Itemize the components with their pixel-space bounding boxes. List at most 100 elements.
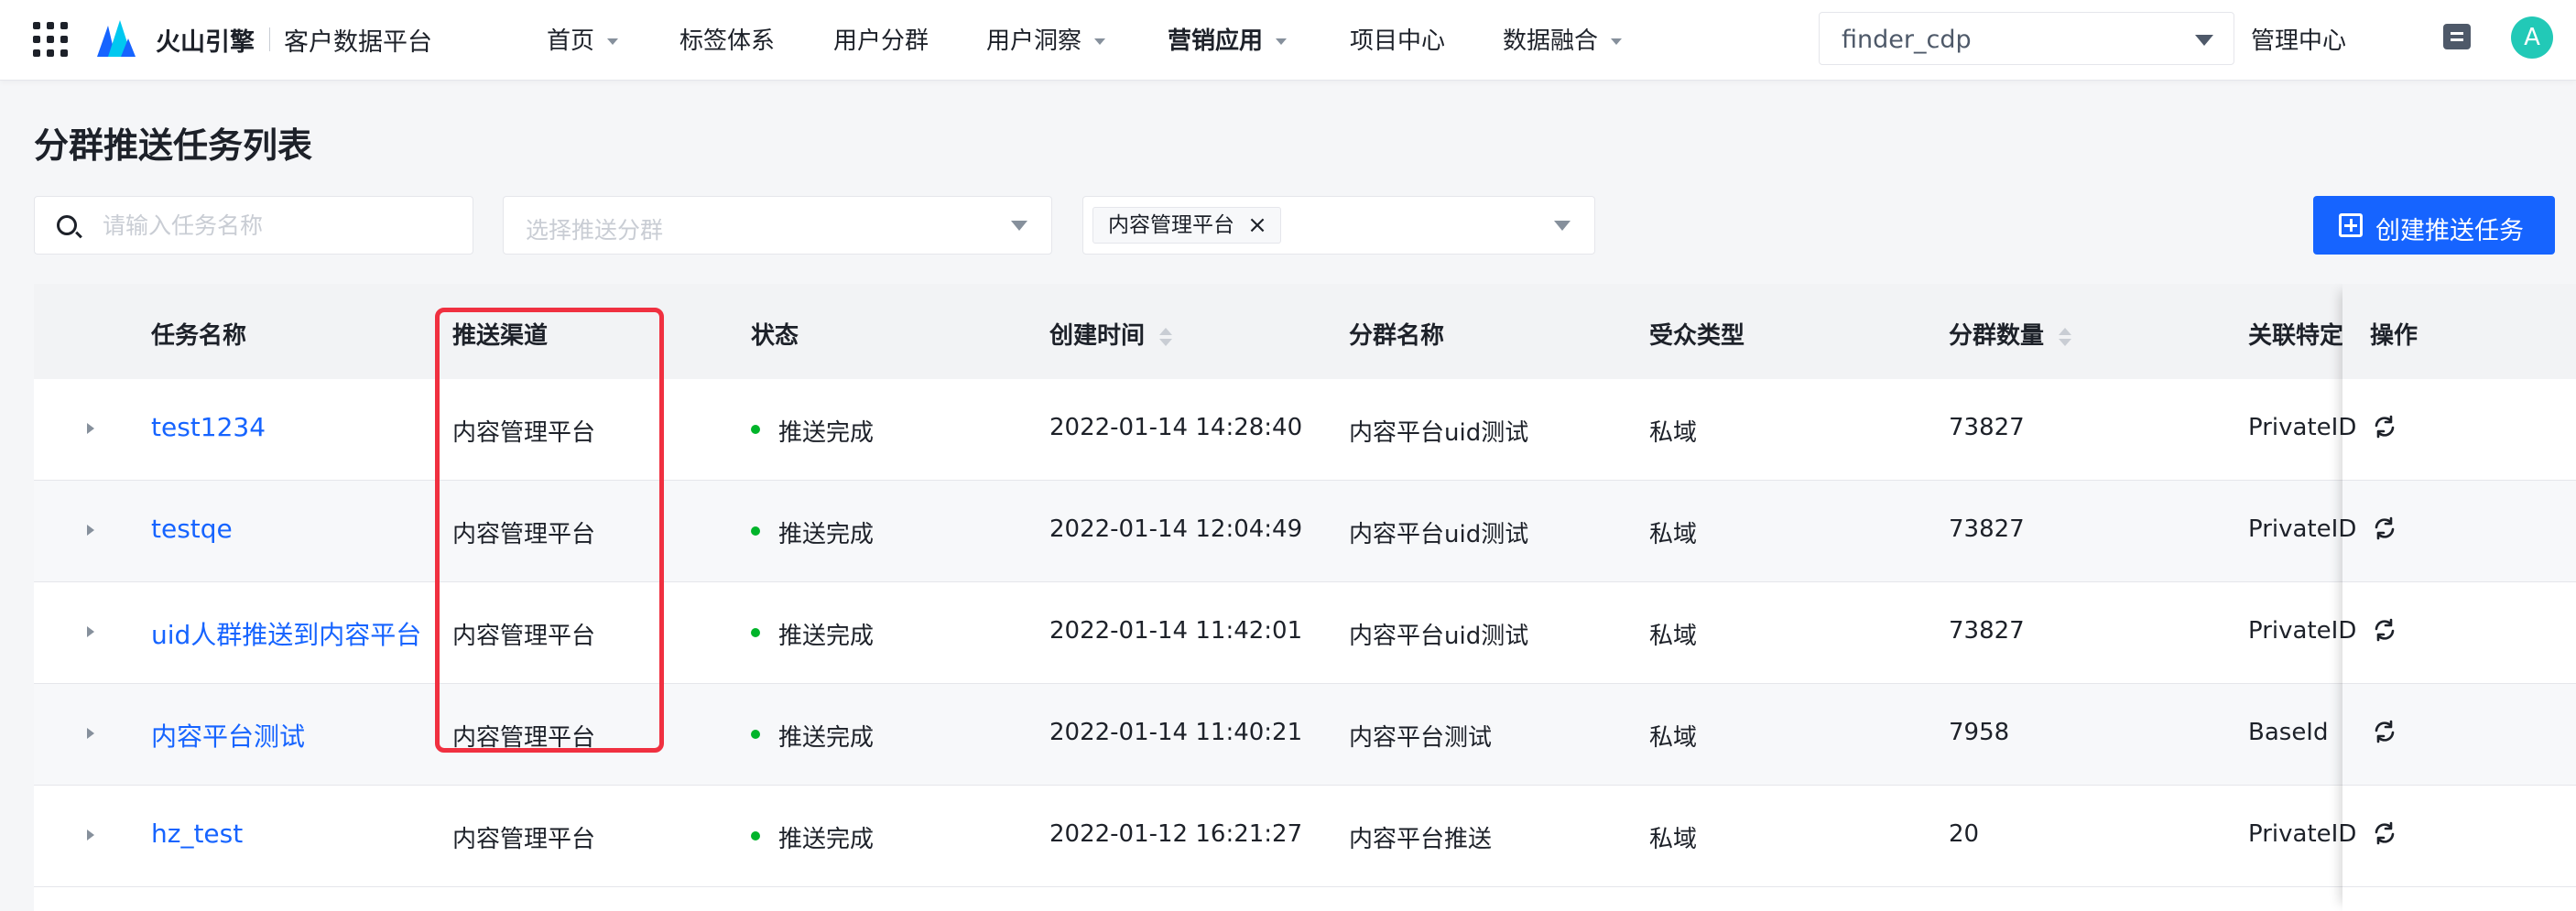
segment-count-cell: 73827 (1949, 617, 2025, 645)
column-header-task-name: 任务名称 (151, 322, 247, 350)
related-id-cell: BaseId (2248, 719, 2329, 746)
status-dot-icon (751, 526, 760, 536)
nav-marketing-apps[interactable]: 营销应用 (1168, 22, 1288, 56)
table-row: uid人群推送到内容平台 内容管理平台 推送完成 2022-01-14 11:4… (34, 582, 2576, 684)
chevron-down-icon (607, 38, 619, 45)
push-task-table: 任务名称 推送渠道 状态 创建时间 分群名称 受众类型 分群数量 关联特定 te… (34, 284, 2576, 911)
plus-square-icon (2339, 213, 2363, 237)
related-id-cell: PrivateID (2248, 820, 2357, 848)
segment-name-cell: 内容平台uid测试 (1349, 419, 1529, 447)
channel-tag-label: 内容管理平台 (1108, 213, 1234, 237)
caret-right-icon[interactable] (87, 728, 94, 739)
volcengine-logo-icon (97, 20, 136, 57)
nav-home[interactable]: 首页 (547, 22, 619, 56)
task-name-link[interactable]: test1234 (151, 412, 266, 442)
task-search-box[interactable] (34, 196, 473, 255)
nav-data-fusion[interactable]: 数据融合 (1503, 22, 1623, 56)
status-badge: 推送完成 (751, 719, 874, 753)
column-header-created-time[interactable]: 创建时间 (1049, 317, 1173, 351)
created-time-cell: 2022-01-14 11:42:01 (1049, 617, 1303, 645)
column-header-segment-count[interactable]: 分群数量 (1949, 317, 2072, 351)
status-badge: 推送完成 (751, 820, 874, 854)
sync-icon[interactable] (2373, 720, 2397, 743)
operation-column: 操作 (2342, 284, 2576, 911)
avatar[interactable]: A (2511, 16, 2553, 59)
sync-icon[interactable] (2373, 415, 2397, 439)
related-id-cell: PrivateID (2248, 414, 2357, 441)
created-time-cell: 2022-01-12 16:21:27 (1049, 820, 1303, 848)
column-header-operation: 操作 (2370, 322, 2418, 350)
audience-type-cell: 私域 (1649, 826, 1698, 853)
status-dot-icon (751, 628, 760, 637)
nav-user-segments[interactable]: 用户分群 (833, 22, 929, 56)
project-select-value: finder_cdp (1842, 26, 1972, 54)
close-icon[interactable]: × (1244, 208, 1271, 243)
segment-count-cell: 73827 (1949, 515, 2025, 543)
status-badge: 推送完成 (751, 617, 874, 651)
column-header-status: 状态 (751, 322, 799, 350)
task-search-input[interactable] (103, 208, 460, 243)
audience-type-cell: 私域 (1649, 724, 1698, 752)
column-header-related-id: 关联特定 (2248, 322, 2344, 350)
operation-header-cell: 操作 (2342, 284, 2576, 379)
table-row: hz_test 内容管理平台 推送完成 2022-01-12 16:21:27 … (34, 786, 2576, 887)
task-name-link[interactable]: testqe (151, 514, 233, 544)
dropdown-triangle-icon (1554, 221, 1571, 231)
table-header: 任务名称 推送渠道 状态 创建时间 分群名称 受众类型 分群数量 关联特定 (34, 284, 2576, 379)
audience-type-cell: 私域 (1649, 521, 1698, 548)
channel-tag: 内容管理平台 × (1092, 207, 1281, 244)
sync-icon[interactable] (2373, 821, 2397, 845)
caret-right-icon[interactable] (87, 830, 94, 841)
apps-grid-icon[interactable] (33, 22, 68, 57)
sort-icon[interactable] (1159, 326, 1173, 348)
sort-icon[interactable] (2059, 326, 2072, 348)
segment-name-cell: 内容平台测试 (1349, 724, 1493, 752)
page-title: 分群推送任务列表 (34, 125, 313, 166)
create-push-task-button[interactable]: 创建推送任务 (2313, 196, 2555, 255)
segment-select[interactable]: 选择推送分群 (503, 196, 1052, 255)
task-name-link[interactable]: hz_test (151, 819, 243, 849)
search-icon (57, 215, 77, 235)
status-dot-icon (751, 831, 760, 841)
create-push-task-label: 创建推送任务 (2375, 217, 2524, 245)
audience-type-cell: 私域 (1649, 623, 1698, 650)
nav-user-insights[interactable]: 用户洞察 (986, 22, 1106, 56)
segment-count-cell: 7958 (1949, 719, 2010, 746)
status-badge: 推送完成 (751, 515, 874, 549)
task-name-link[interactable]: uid人群推送到内容平台 (151, 615, 421, 652)
segment-select-placeholder: 选择推送分群 (526, 217, 664, 244)
sync-icon[interactable] (2373, 618, 2397, 642)
segment-count-cell: 20 (1949, 820, 1980, 848)
caret-right-icon[interactable] (87, 423, 94, 434)
dropdown-triangle-icon (1011, 221, 1027, 231)
status-dot-icon (751, 730, 760, 739)
status-dot-icon (751, 425, 760, 434)
admin-center-link[interactable]: 管理中心 (2251, 22, 2346, 56)
task-name-link[interactable]: 内容平台测试 (151, 717, 305, 754)
segment-name-cell: 内容平台uid测试 (1349, 521, 1529, 548)
segment-name-cell: 内容平台推送 (1349, 826, 1493, 853)
top-navigation-bar: 火山引擎 客户数据平台 首页 标签体系 用户分群 用户洞察 营销应用 项目中心 … (0, 0, 2576, 81)
created-time-cell: 2022-01-14 14:28:40 (1049, 414, 1303, 441)
channel-column-highlight-box (435, 308, 664, 753)
created-time-cell: 2022-01-14 12:04:49 (1049, 515, 1303, 543)
chevron-down-icon (1611, 38, 1623, 45)
table-row: test1234 内容管理平台 推送完成 2022-01-14 14:28:40… (34, 379, 2576, 481)
message-icon[interactable] (2443, 24, 2471, 49)
product-name: 客户数据平台 (284, 28, 432, 57)
nav-tag-system[interactable]: 标签体系 (679, 22, 775, 56)
caret-right-icon[interactable] (87, 626, 94, 637)
audience-type-cell: 私域 (1649, 419, 1698, 447)
chevron-down-icon (1094, 38, 1106, 45)
nav-project-center[interactable]: 项目中心 (1350, 22, 1445, 56)
channel-cell: 内容管理平台 (452, 826, 596, 853)
channel-select[interactable]: 内容管理平台 × (1082, 196, 1595, 255)
column-header-segment-name: 分群名称 (1349, 322, 1445, 350)
sync-icon[interactable] (2373, 516, 2397, 540)
status-badge: 推送完成 (751, 414, 874, 448)
caret-right-icon[interactable] (87, 525, 94, 536)
segment-count-cell: 73827 (1949, 414, 2025, 441)
brand-name: 火山引擎 (156, 28, 255, 57)
table-row: testqe 内容管理平台 推送完成 2022-01-14 12:04:49 内… (34, 481, 2576, 582)
project-select[interactable]: finder_cdp (1819, 12, 2234, 65)
